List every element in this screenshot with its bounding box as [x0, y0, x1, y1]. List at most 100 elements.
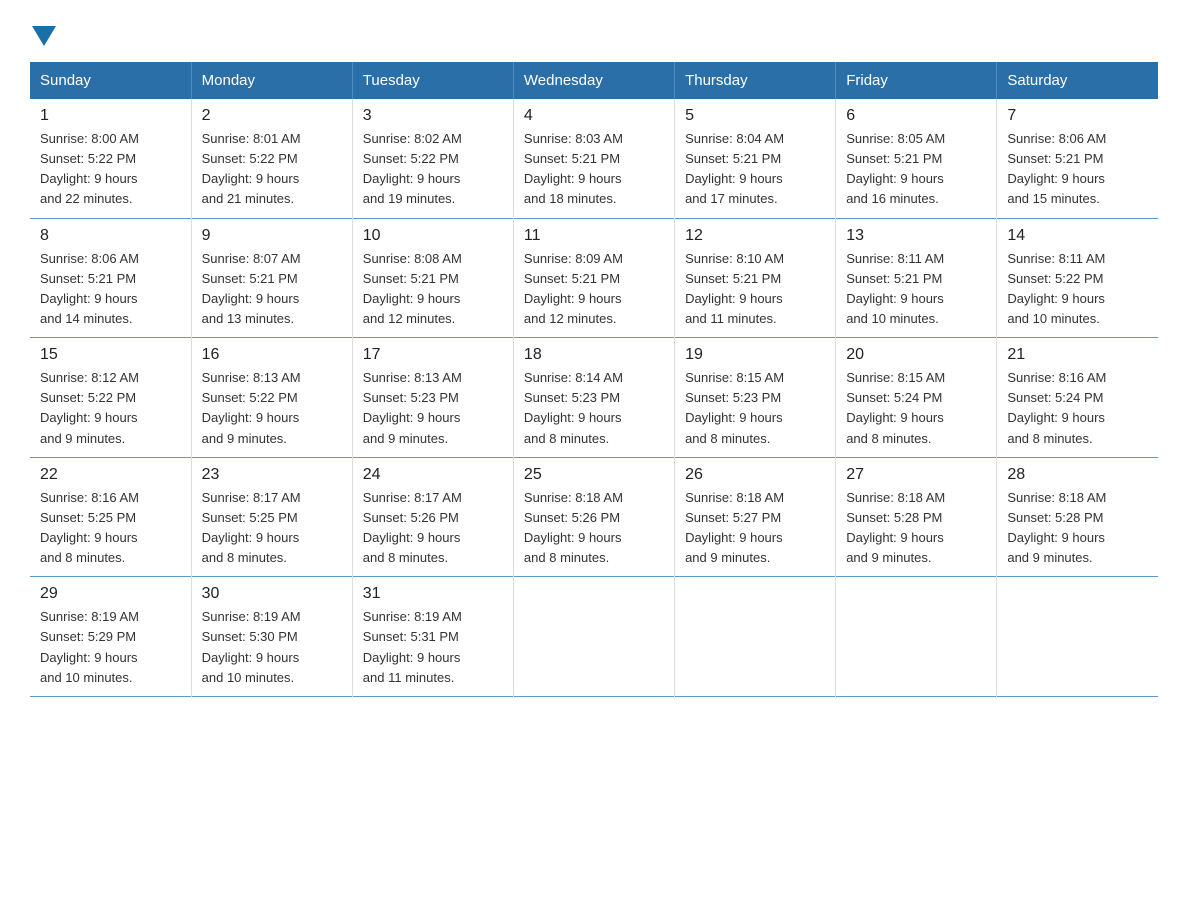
- day-info: Sunrise: 8:02 AMSunset: 5:22 PMDaylight:…: [363, 131, 462, 206]
- calendar-cell: 3 Sunrise: 8:02 AMSunset: 5:22 PMDayligh…: [352, 99, 513, 218]
- day-number: 16: [202, 346, 342, 364]
- day-number: 2: [202, 107, 342, 125]
- day-info: Sunrise: 8:06 AMSunset: 5:21 PMDaylight:…: [1007, 131, 1106, 206]
- day-info: Sunrise: 8:13 AMSunset: 5:22 PMDaylight:…: [202, 370, 301, 445]
- day-info: Sunrise: 8:18 AMSunset: 5:27 PMDaylight:…: [685, 490, 784, 565]
- day-number: 22: [40, 466, 181, 484]
- day-number: 27: [846, 466, 986, 484]
- calendar-cell: 28 Sunrise: 8:18 AMSunset: 5:28 PMDaylig…: [997, 457, 1158, 577]
- calendar-cell: 8 Sunrise: 8:06 AMSunset: 5:21 PMDayligh…: [30, 218, 191, 338]
- day-info: Sunrise: 8:18 AMSunset: 5:28 PMDaylight:…: [1007, 490, 1106, 565]
- calendar-cell: 24 Sunrise: 8:17 AMSunset: 5:26 PMDaylig…: [352, 457, 513, 577]
- day-info: Sunrise: 8:15 AMSunset: 5:23 PMDaylight:…: [685, 370, 784, 445]
- day-info: Sunrise: 8:14 AMSunset: 5:23 PMDaylight:…: [524, 370, 623, 445]
- calendar-cell: 10 Sunrise: 8:08 AMSunset: 5:21 PMDaylig…: [352, 218, 513, 338]
- calendar-cell: 17 Sunrise: 8:13 AMSunset: 5:23 PMDaylig…: [352, 338, 513, 458]
- calendar-cell: 16 Sunrise: 8:13 AMSunset: 5:22 PMDaylig…: [191, 338, 352, 458]
- calendar-cell: 18 Sunrise: 8:14 AMSunset: 5:23 PMDaylig…: [513, 338, 674, 458]
- day-number: 18: [524, 346, 664, 364]
- calendar-cell: 2 Sunrise: 8:01 AMSunset: 5:22 PMDayligh…: [191, 99, 352, 218]
- calendar-cell: 25 Sunrise: 8:18 AMSunset: 5:26 PMDaylig…: [513, 457, 674, 577]
- week-row-1: 1 Sunrise: 8:00 AMSunset: 5:22 PMDayligh…: [30, 99, 1158, 218]
- day-info: Sunrise: 8:01 AMSunset: 5:22 PMDaylight:…: [202, 131, 301, 206]
- calendar-cell: 13 Sunrise: 8:11 AMSunset: 5:21 PMDaylig…: [836, 218, 997, 338]
- day-info: Sunrise: 8:15 AMSunset: 5:24 PMDaylight:…: [846, 370, 945, 445]
- calendar-cell: [997, 577, 1158, 697]
- calendar-cell: 12 Sunrise: 8:10 AMSunset: 5:21 PMDaylig…: [675, 218, 836, 338]
- day-number: 30: [202, 585, 342, 603]
- week-row-5: 29 Sunrise: 8:19 AMSunset: 5:29 PMDaylig…: [30, 577, 1158, 697]
- day-info: Sunrise: 8:17 AMSunset: 5:26 PMDaylight:…: [363, 490, 462, 565]
- week-row-3: 15 Sunrise: 8:12 AMSunset: 5:22 PMDaylig…: [30, 338, 1158, 458]
- day-info: Sunrise: 8:04 AMSunset: 5:21 PMDaylight:…: [685, 131, 784, 206]
- day-info: Sunrise: 8:18 AMSunset: 5:26 PMDaylight:…: [524, 490, 623, 565]
- day-number: 10: [363, 227, 503, 245]
- header-thursday: Thursday: [675, 62, 836, 99]
- day-number: 5: [685, 107, 825, 125]
- calendar-cell: 7 Sunrise: 8:06 AMSunset: 5:21 PMDayligh…: [997, 99, 1158, 218]
- week-row-2: 8 Sunrise: 8:06 AMSunset: 5:21 PMDayligh…: [30, 218, 1158, 338]
- logo-triangle-icon: [32, 26, 56, 46]
- day-number: 15: [40, 346, 181, 364]
- header-tuesday: Tuesday: [352, 62, 513, 99]
- day-info: Sunrise: 8:13 AMSunset: 5:23 PMDaylight:…: [363, 370, 462, 445]
- day-number: 20: [846, 346, 986, 364]
- day-number: 1: [40, 107, 181, 125]
- day-info: Sunrise: 8:11 AMSunset: 5:21 PMDaylight:…: [846, 251, 944, 326]
- day-number: 9: [202, 227, 342, 245]
- calendar-cell: [513, 577, 674, 697]
- calendar-table: SundayMondayTuesdayWednesdayThursdayFrid…: [30, 62, 1158, 697]
- calendar-cell: 9 Sunrise: 8:07 AMSunset: 5:21 PMDayligh…: [191, 218, 352, 338]
- header-saturday: Saturday: [997, 62, 1158, 99]
- day-info: Sunrise: 8:19 AMSunset: 5:31 PMDaylight:…: [363, 609, 462, 684]
- day-info: Sunrise: 8:06 AMSunset: 5:21 PMDaylight:…: [40, 251, 139, 326]
- day-info: Sunrise: 8:16 AMSunset: 5:24 PMDaylight:…: [1007, 370, 1106, 445]
- day-info: Sunrise: 8:05 AMSunset: 5:21 PMDaylight:…: [846, 131, 945, 206]
- day-info: Sunrise: 8:09 AMSunset: 5:21 PMDaylight:…: [524, 251, 623, 326]
- day-number: 3: [363, 107, 503, 125]
- calendar-cell: 29 Sunrise: 8:19 AMSunset: 5:29 PMDaylig…: [30, 577, 191, 697]
- calendar-cell: 22 Sunrise: 8:16 AMSunset: 5:25 PMDaylig…: [30, 457, 191, 577]
- calendar-cell: 6 Sunrise: 8:05 AMSunset: 5:21 PMDayligh…: [836, 99, 997, 218]
- calendar-cell: 23 Sunrise: 8:17 AMSunset: 5:25 PMDaylig…: [191, 457, 352, 577]
- day-number: 4: [524, 107, 664, 125]
- header-friday: Friday: [836, 62, 997, 99]
- day-number: 8: [40, 227, 181, 245]
- day-info: Sunrise: 8:00 AMSunset: 5:22 PMDaylight:…: [40, 131, 139, 206]
- day-number: 24: [363, 466, 503, 484]
- day-info: Sunrise: 8:11 AMSunset: 5:22 PMDaylight:…: [1007, 251, 1105, 326]
- day-number: 17: [363, 346, 503, 364]
- calendar-cell: 30 Sunrise: 8:19 AMSunset: 5:30 PMDaylig…: [191, 577, 352, 697]
- day-info: Sunrise: 8:16 AMSunset: 5:25 PMDaylight:…: [40, 490, 139, 565]
- day-number: 25: [524, 466, 664, 484]
- calendar-cell: 4 Sunrise: 8:03 AMSunset: 5:21 PMDayligh…: [513, 99, 674, 218]
- day-info: Sunrise: 8:19 AMSunset: 5:30 PMDaylight:…: [202, 609, 301, 684]
- calendar-cell: 14 Sunrise: 8:11 AMSunset: 5:22 PMDaylig…: [997, 218, 1158, 338]
- page-header: [30, 20, 1158, 42]
- day-info: Sunrise: 8:12 AMSunset: 5:22 PMDaylight:…: [40, 370, 139, 445]
- header-wednesday: Wednesday: [513, 62, 674, 99]
- calendar-cell: [836, 577, 997, 697]
- day-number: 19: [685, 346, 825, 364]
- day-number: 26: [685, 466, 825, 484]
- day-info: Sunrise: 8:17 AMSunset: 5:25 PMDaylight:…: [202, 490, 301, 565]
- day-number: 14: [1007, 227, 1148, 245]
- calendar-header-row: SundayMondayTuesdayWednesdayThursdayFrid…: [30, 62, 1158, 99]
- day-number: 31: [363, 585, 503, 603]
- day-number: 11: [524, 227, 664, 245]
- day-number: 29: [40, 585, 181, 603]
- day-number: 21: [1007, 346, 1148, 364]
- calendar-cell: 5 Sunrise: 8:04 AMSunset: 5:21 PMDayligh…: [675, 99, 836, 218]
- week-row-4: 22 Sunrise: 8:16 AMSunset: 5:25 PMDaylig…: [30, 457, 1158, 577]
- calendar-cell: 1 Sunrise: 8:00 AMSunset: 5:22 PMDayligh…: [30, 99, 191, 218]
- calendar-cell: 31 Sunrise: 8:19 AMSunset: 5:31 PMDaylig…: [352, 577, 513, 697]
- calendar-cell: 21 Sunrise: 8:16 AMSunset: 5:24 PMDaylig…: [997, 338, 1158, 458]
- calendar-cell: 11 Sunrise: 8:09 AMSunset: 5:21 PMDaylig…: [513, 218, 674, 338]
- day-info: Sunrise: 8:08 AMSunset: 5:21 PMDaylight:…: [363, 251, 462, 326]
- logo: [30, 20, 56, 42]
- day-number: 7: [1007, 107, 1148, 125]
- day-info: Sunrise: 8:03 AMSunset: 5:21 PMDaylight:…: [524, 131, 623, 206]
- calendar-cell: [675, 577, 836, 697]
- day-info: Sunrise: 8:19 AMSunset: 5:29 PMDaylight:…: [40, 609, 139, 684]
- day-info: Sunrise: 8:07 AMSunset: 5:21 PMDaylight:…: [202, 251, 301, 326]
